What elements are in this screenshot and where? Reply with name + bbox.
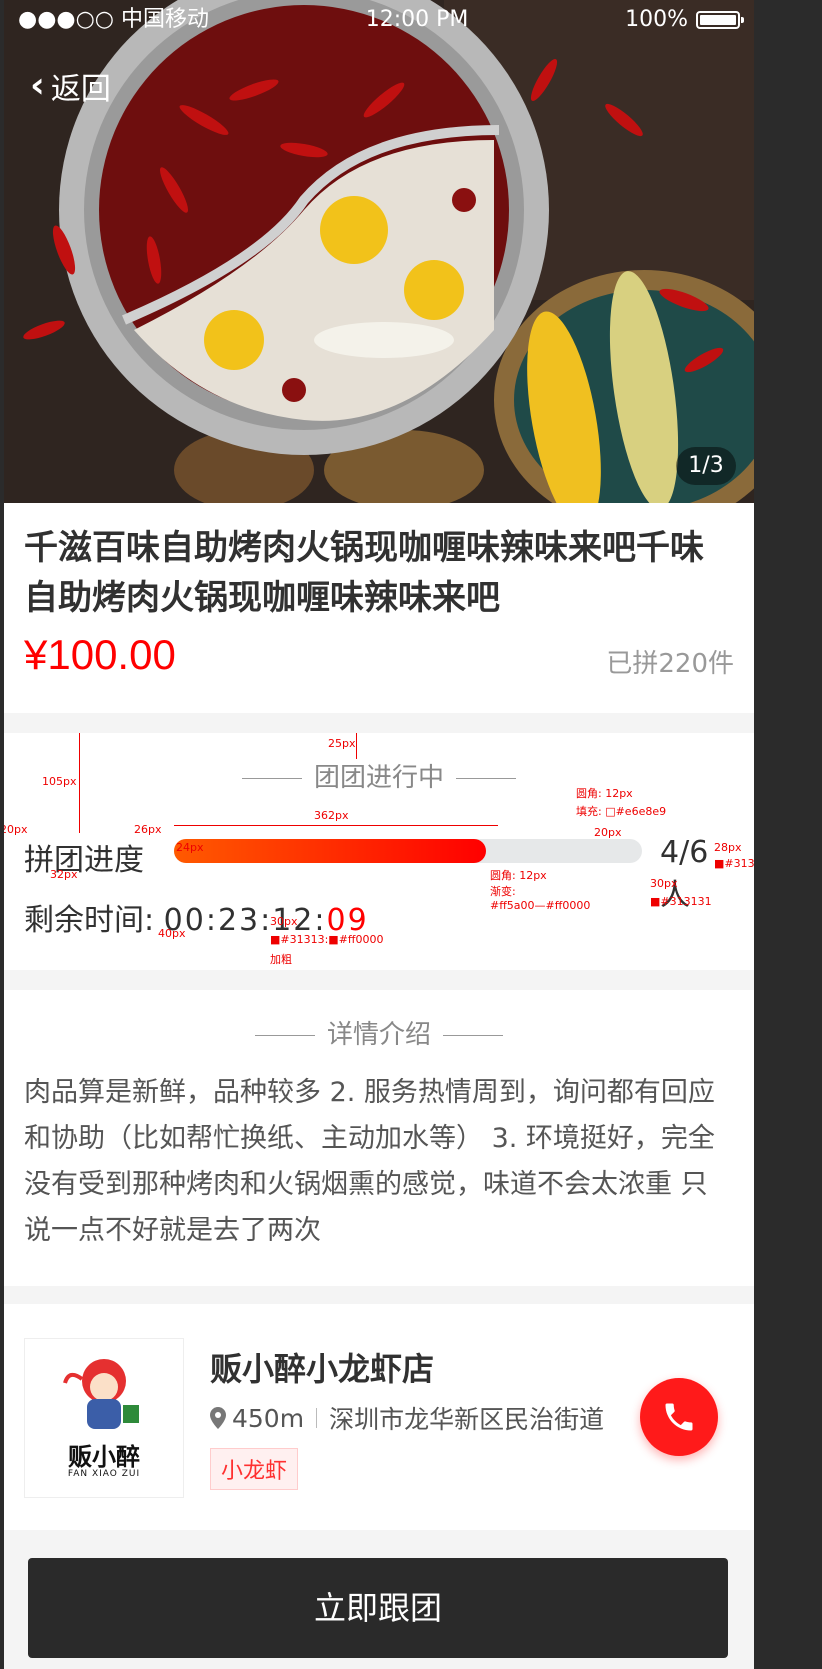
clock-label: 12:00 PM bbox=[365, 7, 469, 32]
anno-32: 32px bbox=[50, 868, 78, 881]
detail-heading-text: 详情介绍 bbox=[326, 1020, 431, 1050]
chevron-left-icon: ‹ bbox=[30, 65, 45, 106]
detail-body: 肉品算是新鲜，品种较多 2. 服务热情周到，询问都有回应和协助（比如帮忙换纸、主… bbox=[24, 1077, 715, 1246]
anno-20-left: 20px bbox=[4, 823, 28, 836]
anno-bold: 加粗 bbox=[270, 953, 292, 966]
anno-gradient-label: 渐变: bbox=[490, 885, 516, 898]
battery-icon bbox=[695, 11, 744, 29]
anno-362: 362px bbox=[314, 809, 349, 822]
product-hero-image[interactable]: ●●●○○ 中国移动 12:00 PM 100% ‹ 返回 1/3 bbox=[4, 0, 754, 503]
phone-icon bbox=[665, 1403, 693, 1431]
anno-40: 40px bbox=[158, 927, 186, 940]
store-card[interactable]: 贩小醉 FAN XIAO ZUI 贩小醉小龙虾店 450m 深圳市龙华新区民治街… bbox=[4, 1304, 754, 1530]
join-group-button[interactable]: 立即跟团 bbox=[28, 1558, 728, 1658]
product-info-card: 千滋百味自助烤肉火锅现咖喱味辣味来吧千味自助烤肉火锅现咖喱味辣味来吧 ¥100.… bbox=[4, 503, 754, 713]
anno-25: 25px bbox=[328, 737, 356, 750]
group-progress-card: 团团进行中 拼团进度 4/6人 剩余时间: 00:23:12:09 105px … bbox=[4, 733, 754, 970]
anno-radius-track: 圆角: 12px bbox=[576, 787, 633, 800]
status-bar: ●●●○○ 中国移动 12:00 PM 100% bbox=[18, 6, 744, 34]
anno-30-right: 30px bbox=[650, 877, 678, 890]
anno-30-time: 30px bbox=[270, 915, 298, 928]
background-strip bbox=[754, 0, 822, 1669]
anno-313131-far: ■#313131 bbox=[714, 857, 754, 870]
anno-26: 26px bbox=[134, 823, 162, 836]
back-label: 返回 bbox=[50, 72, 111, 107]
logo-text: 贩小醉 bbox=[68, 1443, 140, 1471]
countdown-label: 剩余时间: bbox=[24, 903, 155, 938]
anno-time-colors: ■#31313:■#ff0000 bbox=[270, 933, 384, 946]
location-pin-icon bbox=[210, 1407, 226, 1429]
sold-count: 已拼220件 bbox=[606, 649, 734, 679]
logo-subtext: FAN XIAO ZUI bbox=[67, 1469, 141, 1479]
store-logo: 贩小醉 FAN XIAO ZUI bbox=[24, 1338, 184, 1498]
divider-right bbox=[456, 778, 516, 779]
category-tag: 小龙虾 bbox=[210, 1448, 299, 1490]
anno-line-25 bbox=[356, 733, 357, 759]
anno-313131-right: ■#313131 bbox=[650, 895, 712, 908]
anno-radius-fill: 圆角: 12px bbox=[490, 869, 547, 882]
phone-screen: ●●●○○ 中国移动 12:00 PM 100% ‹ 返回 1/3 千滋百味自助… bbox=[4, 0, 754, 1669]
divider-left bbox=[254, 1035, 315, 1036]
anno-28: 28px bbox=[714, 841, 742, 854]
meta-divider bbox=[316, 1408, 318, 1428]
group-section-heading: 团团进行中 bbox=[4, 757, 754, 794]
group-heading-text: 团团进行中 bbox=[313, 763, 444, 793]
divider-left bbox=[241, 778, 302, 779]
store-address: 深圳市龙华新区民治街道 bbox=[329, 1405, 605, 1434]
anno-fill-track: 填充: □#e6e8e9 bbox=[576, 805, 667, 818]
store-name: 贩小醉小龙虾店 bbox=[210, 1350, 435, 1388]
progress-label: 拼团进度 bbox=[24, 843, 144, 878]
anno-20-right: 20px bbox=[594, 826, 622, 839]
detail-section-heading: 详情介绍 bbox=[4, 1014, 754, 1051]
carrier-label: ●●●○○ 中国移动 bbox=[18, 7, 209, 32]
anno-24: 24px bbox=[176, 841, 204, 854]
image-pager: 1/3 bbox=[676, 447, 736, 485]
store-distance: 450m bbox=[232, 1403, 305, 1433]
product-price: ¥100.00 bbox=[24, 631, 176, 678]
store-meta: 450m 深圳市龙华新区民治街道 bbox=[210, 1400, 604, 1436]
anno-gradient-value: #ff5a00—#ff0000 bbox=[490, 899, 591, 912]
anno-105: 105px bbox=[42, 775, 77, 788]
progress-track bbox=[174, 839, 642, 863]
anno-line-362 bbox=[174, 825, 498, 826]
progress-row: 拼团进度 4/6人 bbox=[24, 835, 734, 913]
detail-card: 详情介绍 肉品算是新鲜，品种较多 2. 服务热情周到，询问都有回应和协助（比如帮… bbox=[4, 990, 754, 1286]
call-button[interactable] bbox=[640, 1378, 718, 1456]
progress-fill bbox=[174, 839, 486, 863]
back-button[interactable]: ‹ 返回 bbox=[30, 64, 111, 108]
crayfish-mascot-icon bbox=[63, 1359, 139, 1429]
product-title: 千滋百味自助烤肉火锅现咖喱味辣味来吧千味自助烤肉火锅现咖喱味辣味来吧 bbox=[24, 528, 704, 618]
hotpot-illustration bbox=[4, 0, 754, 503]
divider-right bbox=[443, 1035, 503, 1036]
battery-percent: 100% bbox=[625, 7, 688, 32]
anno-line-105 bbox=[79, 733, 80, 833]
